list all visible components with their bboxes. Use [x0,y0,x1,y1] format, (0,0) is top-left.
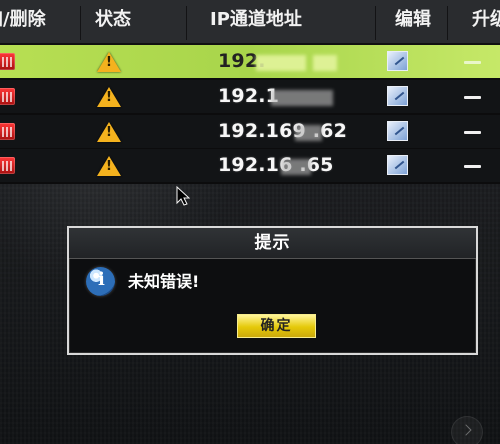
edit-icon[interactable] [387,155,408,175]
ip-address: 192.16 .65 [218,154,334,176]
header-divider [186,6,187,40]
dialog-message: 未知错误! [128,272,200,291]
delete-icon[interactable] [0,53,15,70]
table-row[interactable]: 192.16 .65 [0,149,500,184]
upgrade-indicator [464,61,481,64]
table-row[interactable]: 192. [0,45,500,80]
ip-channel-table: 加/删除 状态 IP通道地址 编辑 升级 192. 192.1 [0,0,500,184]
table-header: 加/删除 状态 IP通道地址 编辑 升级 [0,0,500,45]
edit-icon[interactable] [387,51,408,71]
ok-button[interactable]: 确定 [237,314,316,338]
ip-blur-mask [313,55,337,71]
upgrade-indicator [464,165,481,168]
warning-icon [97,156,121,176]
corner-nav-button[interactable] [451,416,483,444]
upgrade-indicator [464,131,481,134]
ip-blur-mask [256,55,306,71]
header-divider [447,6,448,40]
table-row[interactable]: 192.169 .62 [0,115,500,150]
table-row[interactable]: 192.1 [0,80,500,115]
header-ip-address: IP通道地址 [210,9,302,30]
header-divider [375,6,376,40]
header-upgrade: 升级 [472,9,500,30]
ip-address: 192.1 [218,85,280,107]
delete-icon[interactable] [0,88,15,105]
header-add-delete: 加/删除 [0,9,46,30]
ip-address: 192.169 .62 [218,120,348,142]
cursor-icon [176,186,190,206]
header-status: 状态 [95,9,131,30]
ip-blur-mask [295,125,322,141]
edit-icon[interactable] [387,86,408,106]
info-icon [86,267,115,296]
ip-blur-mask [271,90,333,106]
delete-icon[interactable] [0,123,15,140]
chevron-right-icon [460,424,472,436]
error-dialog: 提示 未知错误! 确定 [67,226,478,355]
edit-icon[interactable] [387,121,408,141]
header-divider [80,6,81,40]
warning-icon [97,52,121,72]
warning-icon [97,87,121,107]
ip-blur-mask [281,159,311,175]
dialog-title: 提示 [69,228,476,259]
nvr-screen: 加/删除 状态 IP通道地址 编辑 升级 192. 192.1 [0,0,500,444]
header-edit: 编辑 [395,9,431,30]
warning-icon [97,122,121,142]
upgrade-indicator [464,96,481,99]
delete-icon[interactable] [0,157,15,174]
